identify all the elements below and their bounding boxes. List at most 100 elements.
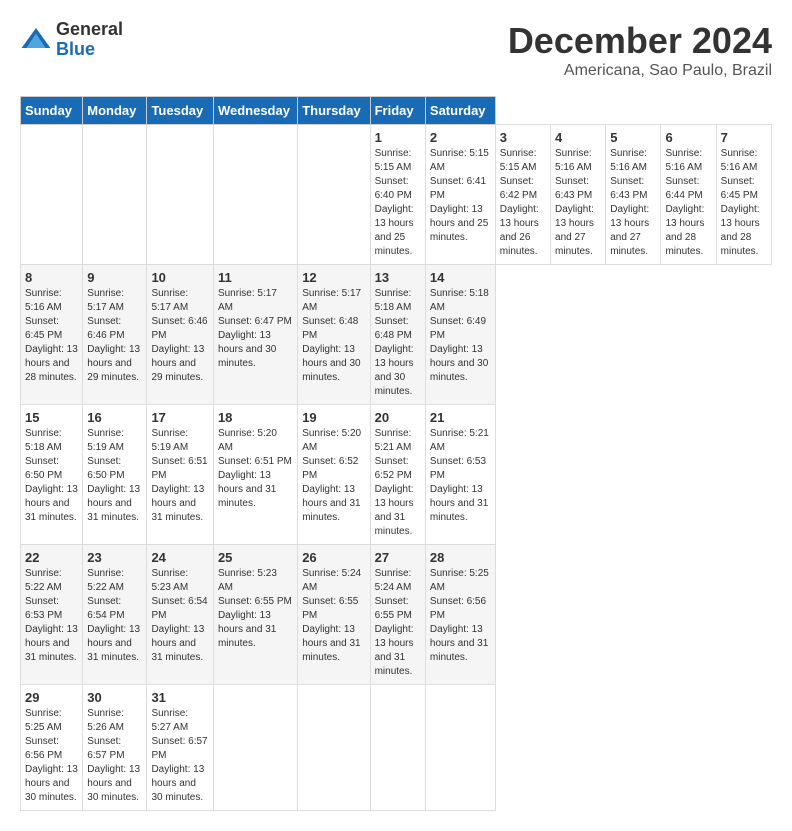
calendar-day-cell: 10 Sunrise: 5:17 AM Sunset: 6:46 PM Dayli…: [147, 265, 214, 405]
day-info: Sunrise: 5:17 AM Sunset: 6:46 PM Dayligh…: [151, 287, 209, 385]
day-info: Sunrise: 5:17 AM Sunset: 6:46 PM Dayligh…: [87, 287, 142, 385]
empty-cell: [298, 125, 370, 265]
calendar-week-row: 15Sunrise: 5:18 AM Sunset: 6:50 PM Dayli…: [21, 405, 772, 545]
calendar-week-row: 29 Sunrise: 5:25 AM Sunset: 6:56 PM Dayli…: [21, 685, 772, 811]
day-number: 29: [25, 690, 78, 705]
calendar-day-cell: 23Sunrise: 5:22 AM Sunset: 6:54 PM Dayli…: [83, 545, 147, 685]
day-header-thursday: Thursday: [298, 97, 370, 125]
day-number: 30: [87, 690, 142, 705]
day-info: Sunrise: 5:20 AM Sunset: 6:52 PM Dayligh…: [302, 427, 365, 525]
calendar-day-cell: 5Sunrise: 5:16 AM Sunset: 6:43 PM Daylig…: [606, 125, 661, 265]
day-number: 3: [500, 130, 546, 145]
day-info: Sunrise: 5:16 AM Sunset: 6:45 PM Dayligh…: [25, 287, 78, 385]
page-header: General Blue December 2024 Americana, Sa…: [20, 20, 772, 80]
location-subtitle: Americana, Sao Paulo, Brazil: [508, 62, 772, 80]
calendar-day-cell: 30 Sunrise: 5:26 AM Sunset: 6:57 PM Dayli…: [83, 685, 147, 811]
day-number: 12: [302, 270, 365, 285]
day-info: Sunrise: 5:24 AM Sunset: 6:55 PM Dayligh…: [302, 567, 365, 665]
day-number: 9: [87, 270, 142, 285]
day-number: 4: [555, 130, 601, 145]
calendar-table: SundayMondayTuesdayWednesdayThursdayFrid…: [20, 96, 772, 811]
calendar-week-row: 1 Sunrise: 5:15 AM Sunset: 6:40 PM Daylig…: [21, 125, 772, 265]
day-number: 31: [151, 690, 209, 705]
empty-cell: [370, 685, 425, 811]
calendar-day-cell: 19 Sunrise: 5:20 AM Sunset: 6:52 PM Dayli…: [298, 405, 370, 545]
day-info: Sunrise: 5:22 AM Sunset: 6:54 PM Dayligh…: [87, 567, 142, 665]
calendar-day-cell: 3Sunrise: 5:15 AM Sunset: 6:42 PM Daylig…: [495, 125, 550, 265]
logo: General Blue: [20, 20, 123, 60]
title-block: December 2024 Americana, Sao Paulo, Braz…: [508, 20, 772, 80]
day-number: 11: [218, 270, 293, 285]
logo-general-text: General: [56, 20, 123, 40]
day-number: 24: [151, 550, 209, 565]
empty-cell: [213, 125, 297, 265]
empty-cell: [425, 685, 495, 811]
empty-cell: [83, 125, 147, 265]
day-number: 18: [218, 410, 293, 425]
day-info: Sunrise: 5:16 AM Sunset: 6:45 PM Dayligh…: [721, 147, 767, 259]
day-info: Sunrise: 5:16 AM Sunset: 6:43 PM Dayligh…: [555, 147, 601, 259]
day-info: Sunrise: 5:26 AM Sunset: 6:57 PM Dayligh…: [87, 707, 142, 805]
day-number: 20: [375, 410, 421, 425]
empty-cell: [213, 685, 297, 811]
calendar-day-cell: 11 Sunrise: 5:17 AM Sunset: 6:47 PM Dayli…: [213, 265, 297, 405]
day-info: Sunrise: 5:21 AM Sunset: 6:52 PM Dayligh…: [375, 427, 421, 539]
day-number: 8: [25, 270, 78, 285]
day-header-wednesday: Wednesday: [213, 97, 297, 125]
day-number: 6: [665, 130, 711, 145]
day-header-saturday: Saturday: [425, 97, 495, 125]
day-number: 27: [375, 550, 421, 565]
calendar-day-cell: 22 Sunrise: 5:22 AM Sunset: 6:53 PM Dayli…: [21, 545, 83, 685]
day-info: Sunrise: 5:16 AM Sunset: 6:44 PM Dayligh…: [665, 147, 711, 259]
calendar-day-cell: 14 Sunrise: 5:18 AM Sunset: 6:49 PM Dayli…: [425, 265, 495, 405]
day-number: 14: [430, 270, 491, 285]
day-number: 1: [375, 130, 421, 145]
calendar-day-cell: 8 Sunrise: 5:16 AM Sunset: 6:45 PM Daylig…: [21, 265, 83, 405]
day-info: Sunrise: 5:15 AM Sunset: 6:40 PM Dayligh…: [375, 147, 421, 259]
calendar-day-cell: 29 Sunrise: 5:25 AM Sunset: 6:56 PM Dayli…: [21, 685, 83, 811]
day-info: Sunrise: 5:15 AM Sunset: 6:41 PM Dayligh…: [430, 147, 491, 245]
day-info: Sunrise: 5:17 AM Sunset: 6:47 PM Dayligh…: [218, 287, 293, 371]
empty-cell: [147, 125, 214, 265]
day-info: Sunrise: 5:19 AM Sunset: 6:50 PM Dayligh…: [87, 427, 142, 525]
day-info: Sunrise: 5:27 AM Sunset: 6:57 PM Dayligh…: [151, 707, 209, 805]
calendar-week-row: 22 Sunrise: 5:22 AM Sunset: 6:53 PM Dayli…: [21, 545, 772, 685]
day-info: Sunrise: 5:23 AM Sunset: 6:55 PM Dayligh…: [218, 567, 293, 651]
calendar-day-cell: 31 Sunrise: 5:27 AM Sunset: 6:57 PM Dayli…: [147, 685, 214, 811]
day-info: Sunrise: 5:25 AM Sunset: 6:56 PM Dayligh…: [25, 707, 78, 805]
day-number: 25: [218, 550, 293, 565]
calendar-day-cell: 24 Sunrise: 5:23 AM Sunset: 6:54 PM Dayli…: [147, 545, 214, 685]
calendar-day-cell: 4 Sunrise: 5:16 AM Sunset: 6:43 PM Daylig…: [551, 125, 606, 265]
day-number: 28: [430, 550, 491, 565]
day-number: 10: [151, 270, 209, 285]
empty-cell: [21, 125, 83, 265]
day-info: Sunrise: 5:20 AM Sunset: 6:51 PM Dayligh…: [218, 427, 293, 511]
logo-icon: [20, 24, 52, 56]
month-title: December 2024: [508, 20, 772, 62]
day-info: Sunrise: 5:18 AM Sunset: 6:49 PM Dayligh…: [430, 287, 491, 385]
day-number: 16: [87, 410, 142, 425]
day-number: 19: [302, 410, 365, 425]
calendar-day-cell: 6 Sunrise: 5:16 AM Sunset: 6:44 PM Daylig…: [661, 125, 716, 265]
calendar-day-cell: 27 Sunrise: 5:24 AM Sunset: 6:55 PM Dayli…: [370, 545, 425, 685]
day-info: Sunrise: 5:24 AM Sunset: 6:55 PM Dayligh…: [375, 567, 421, 679]
calendar-day-cell: 26Sunrise: 5:24 AM Sunset: 6:55 PM Dayli…: [298, 545, 370, 685]
day-number: 7: [721, 130, 767, 145]
calendar-day-cell: 7 Sunrise: 5:16 AM Sunset: 6:45 PM Daylig…: [716, 125, 771, 265]
day-header-monday: Monday: [83, 97, 147, 125]
day-info: Sunrise: 5:21 AM Sunset: 6:53 PM Dayligh…: [430, 427, 491, 525]
logo-blue-text: Blue: [56, 40, 123, 60]
calendar-day-cell: 12Sunrise: 5:17 AM Sunset: 6:48 PM Dayli…: [298, 265, 370, 405]
day-number: 22: [25, 550, 78, 565]
calendar-day-cell: 17Sunrise: 5:19 AM Sunset: 6:51 PM Dayli…: [147, 405, 214, 545]
day-info: Sunrise: 5:22 AM Sunset: 6:53 PM Dayligh…: [25, 567, 78, 665]
day-header-tuesday: Tuesday: [147, 97, 214, 125]
calendar-week-row: 8 Sunrise: 5:16 AM Sunset: 6:45 PM Daylig…: [21, 265, 772, 405]
calendar-day-cell: 21Sunrise: 5:21 AM Sunset: 6:53 PM Dayli…: [425, 405, 495, 545]
calendar-day-cell: 15Sunrise: 5:18 AM Sunset: 6:50 PM Dayli…: [21, 405, 83, 545]
day-info: Sunrise: 5:23 AM Sunset: 6:54 PM Dayligh…: [151, 567, 209, 665]
calendar-day-cell: 1 Sunrise: 5:15 AM Sunset: 6:40 PM Daylig…: [370, 125, 425, 265]
calendar-day-cell: 25 Sunrise: 5:23 AM Sunset: 6:55 PM Dayli…: [213, 545, 297, 685]
day-number: 2: [430, 130, 491, 145]
day-number: 5: [610, 130, 656, 145]
